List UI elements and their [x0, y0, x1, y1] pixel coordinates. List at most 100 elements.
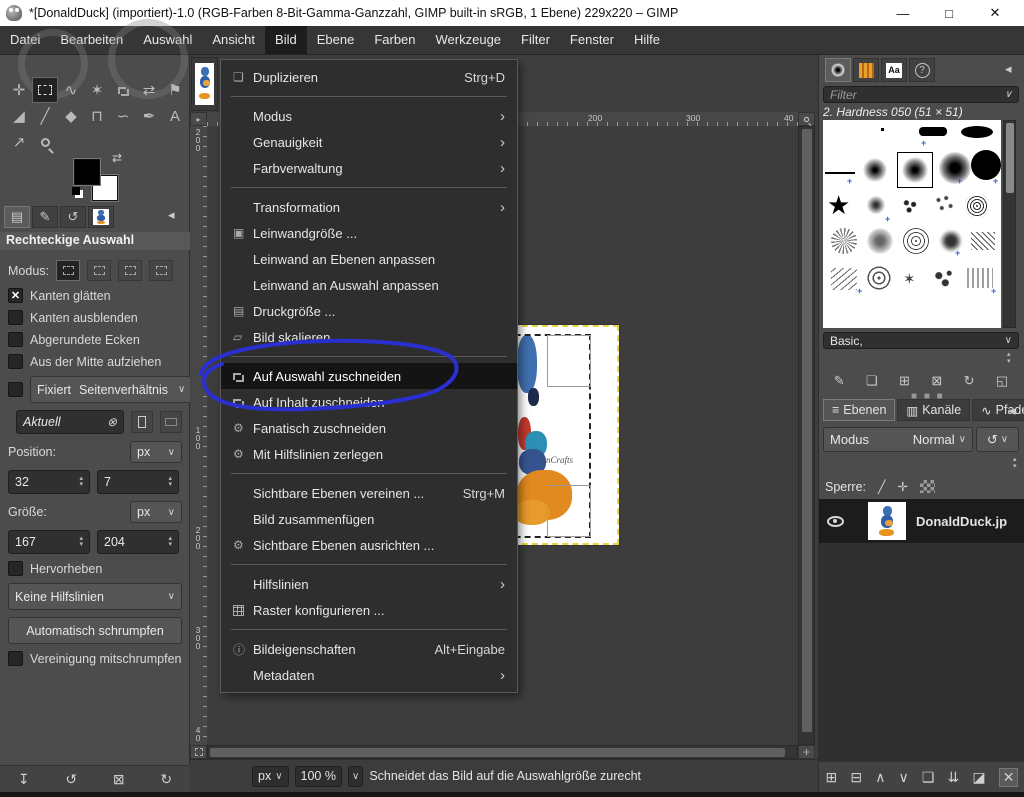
tab-undo-history[interactable]: ↺ [60, 206, 86, 228]
brush-thumbnail[interactable] [901, 198, 919, 214]
mode-add-button[interactable] [87, 260, 111, 281]
menu-item-leinwand-an-auswahl[interactable]: Leinwand an Auswahl anpassen [221, 272, 517, 298]
clear-icon[interactable]: ⊗ [107, 415, 117, 429]
menu-item-leinwandgroesse[interactable]: ▣ Leinwandgröße ... [221, 220, 517, 246]
zoom-follows-window-button[interactable] [798, 112, 815, 126]
delete-preset-icon[interactable]: ⊠ [113, 771, 125, 788]
foreground-color-swatch[interactable] [74, 159, 100, 185]
delete-layer-icon[interactable]: ✕ [999, 768, 1019, 787]
menu-item-transformation[interactable]: Transformation › [221, 194, 517, 220]
guides-dropdown[interactable]: Keine Hilfslinien ∨ [8, 583, 182, 610]
vertical-ruler[interactable]: 200 100 200 300 40 [190, 126, 207, 745]
fuzzy-select-tool-button[interactable]: ✶ [84, 77, 110, 103]
transform-tool-button[interactable]: ⇄ [136, 77, 162, 103]
navigation-button[interactable]: ✛ [798, 745, 815, 759]
menu-item-hilfslinien[interactable]: Hilfslinien › [221, 571, 517, 597]
menu-werkzeuge[interactable]: Werkzeuge [426, 26, 512, 54]
scrollbar-thumb[interactable] [802, 129, 812, 732]
vertical-scrollbar[interactable] [798, 126, 815, 745]
mode-subtract-button[interactable] [118, 260, 142, 281]
menu-item-metadaten[interactable]: Metadaten › [221, 662, 517, 688]
position-y-spinbox[interactable]: 7 ▴▾ [97, 470, 179, 494]
checkbox-expand-from-center[interactable] [8, 354, 23, 369]
menu-item-leinwand-an-ebenen[interactable]: Leinwand an Ebenen anpassen [221, 246, 517, 272]
menu-bild[interactable]: Bild [265, 26, 307, 54]
brush-thumbnail[interactable] [831, 268, 857, 290]
eraser-tool-button[interactable]: ◆ [58, 103, 84, 129]
position-x-spinbox[interactable]: 32 ▴▾ [8, 470, 90, 494]
duplicate-layer-icon[interactable]: ❏ [922, 769, 935, 786]
selection-handle[interactable] [547, 335, 591, 387]
mode-switch-button[interactable]: ↺ ∨ [976, 427, 1019, 452]
size-width-spinbox[interactable]: 167 ▴▾ [8, 530, 90, 554]
brush-scrollbar[interactable] [1003, 120, 1016, 328]
brush-thumbnail[interactable] [867, 228, 893, 254]
spinner-arrows-icon[interactable]: ▴▾ [168, 536, 172, 548]
checkbox-antialias[interactable]: ✕ [8, 288, 23, 303]
menu-item-farbverwaltung[interactable]: Farbverwaltung › [221, 155, 517, 181]
tab-ebenen[interactable]: ≡ Ebenen [823, 399, 895, 421]
checkbox-feather[interactable] [8, 310, 23, 325]
landscape-button[interactable] [160, 411, 182, 433]
menu-item-bild-zusammenfuegen[interactable]: Bild zusammenfügen [221, 506, 517, 532]
duplicate-brush-icon[interactable]: ⊞ [899, 373, 910, 389]
menu-item-duplizieren[interactable]: ❏ Duplizieren Strg+D [221, 64, 517, 90]
aspect-ratio-input[interactable]: Aktuell ⊗ [16, 410, 124, 434]
size-height-spinbox[interactable]: 204 ▴▾ [97, 530, 179, 554]
layer-thumbnail[interactable] [868, 502, 906, 540]
spacing-spinner[interactable]: ▴▾ [1007, 351, 1011, 365]
tab-help[interactable]: ? [909, 58, 935, 82]
brush-filter-input[interactable]: Filter ∨ [823, 86, 1019, 103]
layer-mask-icon[interactable]: ◪ [972, 769, 985, 786]
brush-thumbnail[interactable]: ★ [827, 192, 850, 218]
opacity-spinner[interactable]: ▴▾ [1013, 456, 1017, 470]
menu-farben[interactable]: Farben [364, 26, 425, 54]
checkbox-highlight[interactable] [8, 561, 23, 576]
lock-position-icon[interactable]: ✛ [898, 479, 908, 494]
unit-dropdown[interactable]: px ∨ [252, 766, 289, 787]
smudge-tool-button[interactable]: ∽ [110, 103, 136, 129]
menu-hilfe[interactable]: Hilfe [624, 26, 670, 54]
menu-item-raster-konfigurieren[interactable]: Raster konfigurieren ... [221, 597, 517, 623]
brush-thumbnail[interactable] [831, 228, 857, 254]
restore-preset-icon[interactable]: ↺ [65, 771, 77, 788]
checkbox-shrink-merged[interactable] [8, 651, 23, 666]
minimize-button[interactable]: — [880, 0, 926, 26]
maximize-button[interactable]: □ [926, 0, 972, 26]
ink-tool-button[interactable]: ✒ [136, 103, 162, 129]
menu-item-fanatisch-zuschneiden[interactable]: ⚙ Fanatisch zuschneiden [221, 415, 517, 441]
refresh-brushes-icon[interactable]: ↻ [964, 373, 975, 389]
dock-collapse-icon[interactable]: ◂ [1009, 403, 1016, 419]
swap-colors-icon[interactable]: ⇄ [112, 151, 122, 165]
tab-patterns[interactable] [853, 58, 879, 82]
image-tab[interactable] [191, 57, 218, 111]
tab-brushes[interactable] [825, 58, 851, 82]
menu-item-bildeigenschaften[interactable]: ⓘ Bildeigenschaften Alt+Eingabe [221, 636, 517, 662]
raise-layer-icon[interactable]: ∧ [875, 769, 885, 786]
lower-layer-icon[interactable]: ∨ [899, 769, 909, 786]
menu-item-auf-inhalt-zuschneiden[interactable]: Auf Inhalt zuschneiden [221, 389, 517, 415]
move-tool-button[interactable]: ✛ [6, 77, 32, 103]
new-brush-icon[interactable]: ❏ [866, 373, 878, 389]
rectangle-select-tool-button[interactable] [32, 77, 58, 103]
menu-item-auf-auswahl-zuschneiden[interactable]: Auf Auswahl zuschneiden [221, 363, 517, 389]
brush-group-dropdown[interactable]: Basic, ∨ [823, 332, 1019, 349]
mode-replace-button[interactable] [56, 260, 80, 281]
brush-thumbnail[interactable]: ✶ [903, 270, 916, 288]
reset-options-icon[interactable]: ↻ [160, 771, 172, 788]
quick-mask-toggle[interactable] [190, 745, 207, 759]
clone-tool-button[interactable]: ⊓ [84, 103, 110, 129]
tab-pfade[interactable]: ∿ Pfade [972, 399, 1024, 421]
brush-grid[interactable]: ★ ✶ + + + + + + + + [823, 120, 1001, 328]
dock-collapse-icon[interactable]: ◂ [168, 207, 175, 223]
lock-pixels-icon[interactable]: ╱ [878, 479, 886, 494]
auto-shrink-button[interactable]: Automatisch schrumpfen [8, 617, 182, 644]
brush-thumbnail[interactable] [967, 268, 993, 288]
menu-filter[interactable]: Filter [511, 26, 560, 54]
text-tool-button[interactable]: A [162, 103, 188, 129]
checkbox-rounded-corners[interactable] [8, 332, 23, 347]
selection-handle[interactable] [547, 485, 591, 537]
lock-alpha-icon[interactable] [920, 480, 935, 493]
brush-thumbnail[interactable] [961, 126, 993, 138]
brush-thumbnail[interactable] [965, 194, 989, 218]
